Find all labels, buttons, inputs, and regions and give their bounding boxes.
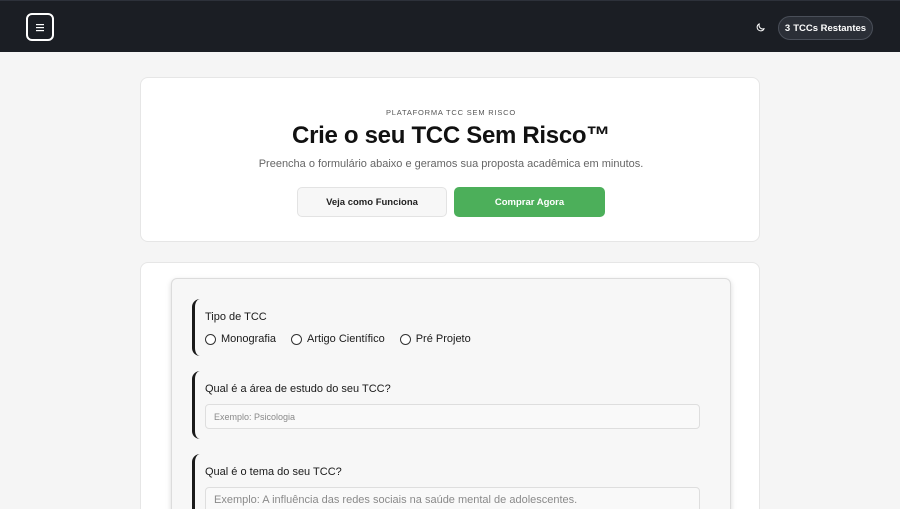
credits-remaining-badge[interactable]: 3 TCCs Restantes	[778, 16, 873, 40]
radio-label: Artigo Científico	[307, 333, 385, 345]
menu-button[interactable]	[26, 13, 54, 41]
theme-question: Qual é o tema do seu TCC?	[192, 454, 712, 509]
theme-label: Qual é o tema do seu TCC?	[205, 466, 342, 478]
study-area-label: Qual é a área de estudo do seu TCC?	[205, 383, 391, 395]
hero-eyebrow: PLATAFORMA TCC SEM RISCO	[385, 108, 517, 117]
tcc-form: Tipo de TCC Monografia Artigo Científico…	[171, 278, 731, 509]
tcc-type-options: Monografia Artigo Científico Pré Projeto	[205, 333, 486, 345]
radio-label: Pré Projeto	[415, 333, 471, 345]
study-area-input[interactable]	[205, 404, 700, 429]
hero-subtitle: Preencha o formulário abaixo e geramos s…	[258, 158, 644, 170]
credits-count: 3	[784, 22, 791, 34]
hamburger-menu-icon	[36, 23, 44, 31]
credits-label: TCCs Restantes	[793, 22, 867, 34]
top-navbar: 3 TCCs Restantes	[0, 0, 900, 52]
moon-icon	[756, 22, 765, 31]
radio-pre-projeto[interactable]: Pré Projeto	[399, 333, 471, 345]
buy-now-button[interactable]: Comprar Agora	[454, 187, 605, 217]
hero-card: PLATAFORMA TCC SEM RISCO Crie o seu TCC …	[140, 77, 760, 242]
radio-monografia[interactable]: Monografia	[205, 333, 276, 345]
radio-label: Monografia	[221, 333, 277, 345]
how-it-works-button[interactable]: Veja como Funciona	[297, 187, 447, 217]
tcc-type-question: Tipo de TCC Monografia Artigo Científico…	[192, 299, 712, 356]
theme-input[interactable]	[205, 487, 700, 509]
theme-toggle-button[interactable]	[752, 19, 768, 35]
form-card: Tipo de TCC Monografia Artigo Científico…	[140, 262, 760, 509]
tcc-type-label: Tipo de TCC	[205, 311, 267, 323]
page-title: Crie o seu TCC Sem Risco™	[292, 122, 610, 149]
radio-circle[interactable]	[205, 333, 216, 345]
study-area-question: Qual é a área de estudo do seu TCC?	[192, 371, 712, 439]
radio-circle[interactable]	[399, 333, 411, 345]
radio-artigo-cientifico[interactable]: Artigo Científico	[291, 333, 385, 345]
radio-circle[interactable]	[291, 333, 303, 345]
